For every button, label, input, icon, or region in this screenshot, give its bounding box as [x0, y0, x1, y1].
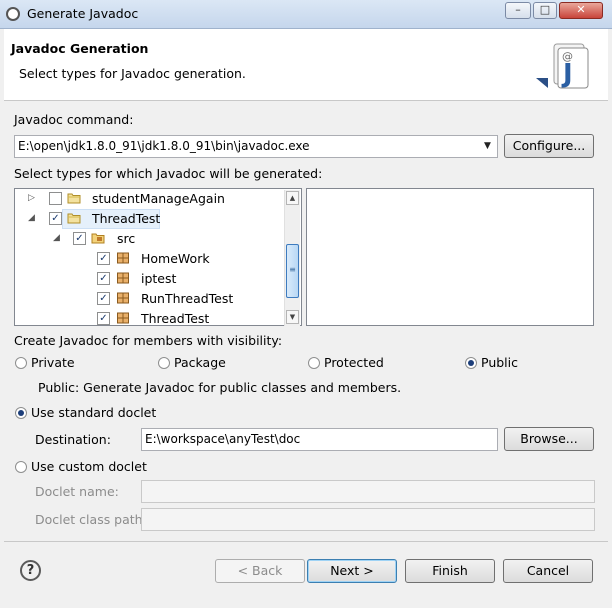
scroll-thumb[interactable]: ≡ — [286, 244, 299, 298]
tree-item-label: ThreadTest — [92, 211, 161, 226]
checkbox[interactable]: ✓ — [73, 232, 86, 245]
private-radio-label: Private — [31, 355, 75, 370]
svg-text:@: @ — [562, 50, 573, 63]
browse-button[interactable]: Browse... — [504, 427, 594, 451]
project-folder-icon — [67, 193, 81, 204]
window-title: Generate Javadoc — [27, 6, 139, 21]
eclipse-icon — [6, 7, 20, 21]
tree-item-label: ThreadTest — [141, 311, 210, 325]
select-types-label: Select types for which Javadoc will be g… — [14, 166, 323, 181]
wizard-subtitle: Select types for Javadoc generation. — [19, 66, 246, 81]
tree-item-label: studentManageAgain — [92, 191, 225, 206]
tree-item-src[interactable]: ◢ ✓ src — [15, 229, 283, 249]
package-radio[interactable] — [158, 357, 170, 369]
types-list[interactable] — [306, 188, 594, 326]
custom-doclet-label: Use custom doclet — [31, 459, 147, 474]
standard-doclet-radio[interactable] — [15, 407, 27, 419]
tree-item-label: RunThreadTest — [141, 291, 234, 306]
package-icon — [117, 292, 129, 304]
scroll-up-arrow-icon[interactable]: ▲ — [286, 191, 299, 205]
doclet-name-label: Doclet name: — [35, 484, 119, 499]
javadoc-command-label: Javadoc command: — [14, 112, 134, 127]
checkbox[interactable]: ✓ — [49, 212, 62, 225]
checkbox[interactable]: ✓ — [97, 252, 110, 265]
protected-radio[interactable] — [308, 357, 320, 369]
wizard-header — [4, 29, 608, 101]
tree-item-runthreadtest[interactable]: ✓ RunThreadTest — [15, 289, 283, 309]
wizard-title: Javadoc Generation — [11, 41, 149, 56]
chevron-down-icon[interactable]: ◢ — [28, 213, 35, 223]
doclet-name-input[interactable] — [141, 480, 595, 503]
tree-item-threadtest-project[interactable]: ◢ ✓ ThreadTest — [15, 209, 283, 229]
destination-label: Destination: — [35, 432, 111, 447]
scroll-down-arrow-icon[interactable]: ▼ — [286, 310, 299, 324]
checkbox[interactable]: ✓ — [97, 312, 110, 325]
finish-button[interactable]: Finish — [405, 559, 495, 583]
chevron-right-icon[interactable]: ▷ — [28, 193, 35, 203]
package-icon — [117, 272, 129, 284]
checkbox[interactable]: ✓ — [97, 292, 110, 305]
visibility-description: Public: Generate Javadoc for public clas… — [38, 380, 402, 395]
svg-text:J: J — [561, 59, 573, 89]
package-icon — [117, 252, 129, 264]
tree-item-label: iptest — [141, 271, 177, 286]
javadoc-logo-icon: J @ — [534, 42, 590, 90]
close-button[interactable]: ✕ — [559, 2, 603, 19]
public-radio[interactable] — [465, 357, 477, 369]
tree-item-studentmanageagain[interactable]: ▷ studentManageAgain — [15, 189, 283, 209]
maximize-button[interactable]: □ — [533, 2, 557, 19]
checkbox[interactable]: ✓ — [97, 272, 110, 285]
minimize-button[interactable]: – — [505, 2, 531, 19]
footer-separator — [4, 541, 608, 542]
package-radio-label: Package — [174, 355, 226, 370]
tree-scrollbar[interactable]: ▲ ≡ ▼ — [284, 190, 300, 326]
package-icon — [117, 312, 129, 324]
chevron-down-icon[interactable]: ▼ — [484, 141, 491, 151]
tree-item-label: HomeWork — [141, 251, 210, 266]
standard-doclet-label: Use standard doclet — [31, 405, 157, 420]
tree-item-iptest[interactable]: ✓ iptest — [15, 269, 283, 289]
tree-item-label: src — [117, 231, 136, 246]
private-radio[interactable] — [15, 357, 27, 369]
help-icon[interactable]: ? — [20, 560, 41, 581]
source-folder-icon — [91, 233, 105, 244]
next-button[interactable]: Next > — [307, 559, 397, 583]
chevron-down-icon[interactable]: ◢ — [53, 233, 60, 243]
configure-button[interactable]: Configure... — [504, 134, 594, 158]
doclet-classpath-input[interactable] — [141, 508, 595, 531]
doclet-classpath-label: Doclet class path: — [35, 512, 147, 527]
tree-item-homework[interactable]: ✓ HomeWork — [15, 249, 283, 269]
destination-value: E:\workspace\anyTest\doc — [145, 432, 301, 446]
project-folder-icon — [67, 213, 81, 224]
visibility-label: Create Javadoc for members with visibili… — [14, 333, 283, 348]
javadoc-command-value: E:\open\jdk1.8.0_91\jdk1.8.0_91\bin\java… — [18, 139, 310, 153]
cancel-button[interactable]: Cancel — [503, 559, 593, 583]
custom-doclet-radio[interactable] — [15, 461, 27, 473]
checkbox[interactable] — [49, 192, 62, 205]
protected-radio-label: Protected — [324, 355, 384, 370]
tree-item-threadtest-package[interactable]: ✓ ThreadTest — [15, 309, 283, 325]
public-radio-label: Public — [481, 355, 518, 370]
back-button[interactable]: < Back — [215, 559, 305, 583]
